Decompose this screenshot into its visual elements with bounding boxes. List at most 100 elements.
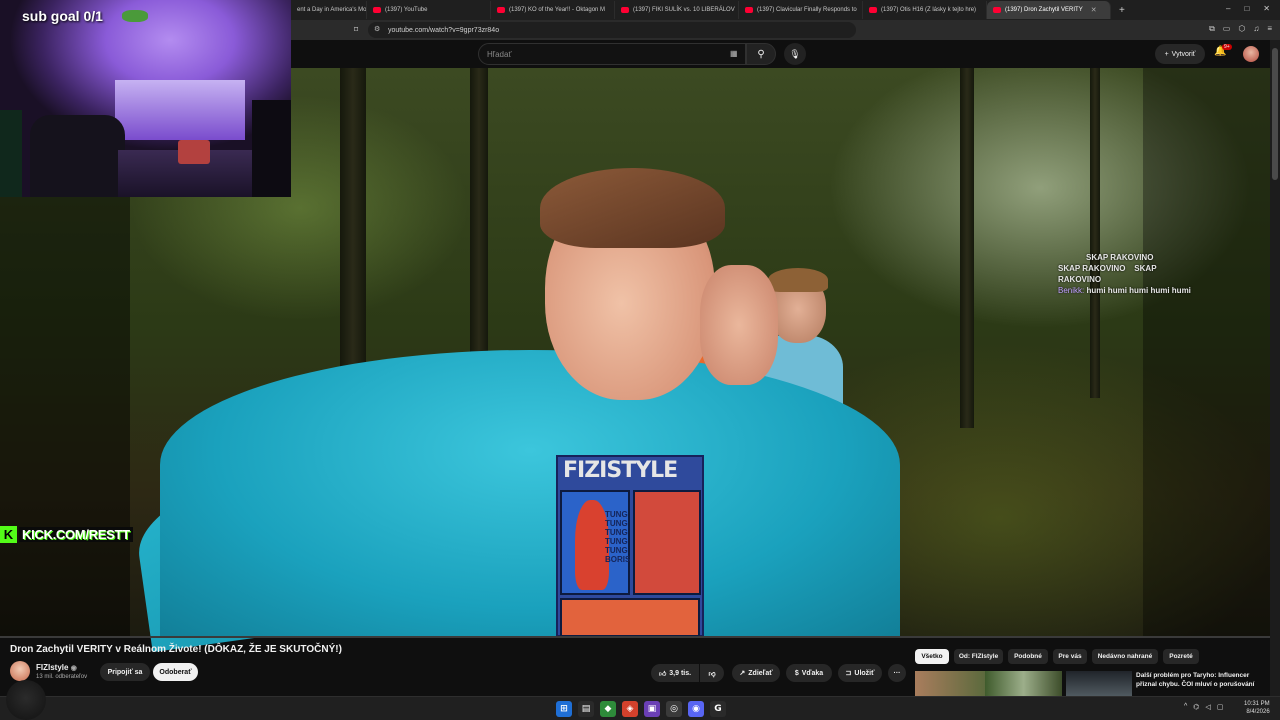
clock-date: 8/4/2026: [1246, 709, 1270, 715]
tray-expand-icon[interactable]: ^: [1184, 703, 1187, 711]
taskbar-apps: ⊞ ▤ ◆ ◈ ▣ ◎ ◉ G: [556, 701, 726, 717]
start-icon[interactable]: ⊞: [556, 701, 572, 717]
presenter-hoodie: [160, 350, 900, 637]
clock-time: 10:31 PM: [1244, 701, 1270, 707]
tab-3[interactable]: (1397) FIKI SULÍK vs. 10 LIBERÁLOV: [615, 1, 739, 19]
network-icon[interactable]: ▢: [1217, 703, 1224, 711]
youtube-icon: [993, 7, 1001, 13]
join-button[interactable]: Pripojiť sa: [100, 663, 150, 681]
chip-similar[interactable]: Podobné: [1008, 649, 1048, 664]
close-window-button[interactable]: ✕: [1263, 4, 1270, 13]
presenter-hair: [540, 168, 725, 248]
discord-icon[interactable]: ◉: [688, 701, 704, 717]
video-progress-bar[interactable]: [0, 636, 1270, 638]
tab-6-active[interactable]: (1397) Dron Zachytil VERITY ✕: [987, 1, 1111, 19]
url-field[interactable]: ⚙ youtube.com/watch?v=9gpr73zr84o: [368, 22, 856, 38]
share-button[interactable]: ↗ Zdieľať: [732, 664, 780, 682]
account-avatar[interactable]: [1243, 46, 1259, 62]
volume-icon[interactable]: ◁: [1205, 703, 1210, 711]
new-tab-button[interactable]: +: [1111, 5, 1133, 16]
chip-all[interactable]: Všetko: [915, 649, 949, 664]
url-text: youtube.com/watch?v=9gpr73zr84o: [388, 26, 500, 34]
app-g-icon[interactable]: G: [710, 701, 726, 717]
wifi-icon[interactable]: ⌬: [1193, 703, 1199, 711]
thanks-button[interactable]: $ Vďaka: [786, 664, 832, 682]
dislike-button[interactable]: 👎︎: [700, 664, 724, 682]
twitch-icon[interactable]: ▣: [644, 701, 660, 717]
steam-icon[interactable]: ◎: [666, 701, 682, 717]
webcam-wall: [115, 80, 245, 140]
tab-2[interactable]: (1397) KO of the Year!! - Oktagon M: [491, 1, 615, 19]
save-label: Uložiť: [854, 669, 875, 677]
create-button[interactable]: + Vytvoriť: [1155, 44, 1205, 64]
chip-recently-uploaded[interactable]: Nedávno nahrané: [1092, 649, 1158, 664]
tab-0[interactable]: ent a Day in America's Mo: [291, 1, 367, 19]
translate-icon[interactable]: ⧉: [1209, 24, 1215, 34]
recommendation-thumbnail[interactable]: [1066, 671, 1132, 696]
chip-from-channel[interactable]: Od: FIZIstyle: [954, 649, 1003, 664]
keyboard-icon[interactable]: ▦: [730, 49, 738, 58]
extension-icon[interactable]: ⬡: [1238, 24, 1245, 34]
chat-text: SKAP RAKOVINO: [1086, 253, 1154, 262]
verified-icon: ◉: [70, 665, 77, 672]
tab-5[interactable]: (1397) Otis H16 (Z lásky k tejto hre): [863, 1, 987, 19]
tab-1[interactable]: (1397) YouTube: [367, 1, 491, 19]
search-button[interactable]: ⚲: [746, 43, 776, 65]
thumbs-down-icon: 👎︎: [708, 670, 716, 678]
system-clock[interactable]: 10:31 PM 8/4/2026: [1244, 700, 1270, 716]
sub-goal-label: sub goal 0/1: [22, 8, 103, 24]
channel-name[interactable]: FIZIstyle ◉: [36, 663, 77, 672]
close-tab-icon[interactable]: ✕: [1091, 6, 1097, 14]
screen: ent a Day in America's Mo (1397) YouTube…: [0, 0, 1280, 720]
create-label: Vytvoriť: [1171, 50, 1196, 58]
site-info-icon[interactable]: ⚙: [374, 25, 380, 33]
chip-for-you[interactable]: Pre vás: [1053, 649, 1087, 664]
save-button[interactable]: ⊐ Uložiť: [838, 664, 882, 682]
video-letterbox-right: [1143, 68, 1270, 637]
webcam-overlay: sub goal 0/1: [0, 0, 291, 197]
chat-text: humi humi humi humi humi: [1086, 286, 1191, 295]
tung-line: TUNG: [605, 510, 628, 519]
recommendation-title[interactable]: Další problém pro Taryho: Influencer při…: [1136, 671, 1266, 689]
maximize-button[interactable]: □: [1244, 4, 1249, 13]
tung-line: TUNG: [605, 528, 628, 537]
chat-message: Benikk: humi humi humi humi humi: [1058, 285, 1218, 296]
chip-watched[interactable]: Pozreté: [1163, 649, 1199, 664]
stream-chat-overlay: SKAP RAKOVINO SKAP RAKOVINO SKAP RAKOVIN…: [1058, 252, 1218, 296]
more-actions-button[interactable]: ···: [888, 664, 906, 682]
streamer-avatar-overlay: [6, 680, 46, 720]
scrollbar-thumb[interactable]: [1272, 48, 1278, 180]
unsubscribe-button[interactable]: Odoberať: [153, 663, 198, 681]
recommendation-thumbnail[interactable]: [985, 671, 1062, 696]
kick-url: KICK.COM/RESTT: [19, 526, 133, 542]
brave-browser-icon[interactable]: ◈: [622, 701, 638, 717]
music-icon[interactable]: ♫: [1253, 24, 1259, 34]
share-icon: ↗: [739, 670, 746, 677]
bookmark-icon[interactable]: ⌑: [354, 25, 358, 34]
recommendation-thumbnail[interactable]: [915, 671, 985, 696]
tung-line: TUNG: [605, 546, 628, 555]
subscriber-count: 13 mil. odberateľov: [36, 674, 88, 680]
windows-taskbar: ⊞ ▤ ◆ ◈ ▣ ◎ ◉ G ^ ⌬ ◁ ▢ 10:31 PM 8/4/202…: [0, 696, 1280, 720]
shirt-panel: [633, 490, 701, 595]
minimize-button[interactable]: –: [1226, 4, 1230, 13]
tab-4[interactable]: (1397) Clavicular Finally Responds to: [739, 1, 863, 19]
like-button[interactable]: 👍︎ 3,9 tis.: [651, 664, 699, 682]
menu-icon[interactable]: ≡: [1267, 24, 1272, 34]
background-person-hair: [768, 268, 828, 292]
pip-icon[interactable]: ▭: [1223, 24, 1231, 34]
voice-search-button[interactable]: 🎙: [784, 43, 806, 65]
tree-trunk: [960, 68, 974, 428]
tab-label: ent a Day in America's Mo: [297, 7, 367, 13]
search-input[interactable]: Hľadať: [478, 43, 746, 65]
thanks-icon: $: [794, 669, 799, 677]
presenter-hand: [700, 265, 778, 385]
webcam-chair: [30, 115, 125, 197]
app-green-icon[interactable]: ◆: [600, 701, 616, 717]
tab-label: (1397) Otis H16 (Z lásky k tejto hre): [881, 7, 977, 13]
file-explorer-icon[interactable]: ▤: [578, 701, 594, 717]
youtube-icon: [373, 7, 381, 13]
channel-avatar[interactable]: [10, 661, 30, 681]
search-icon: ⚲: [757, 48, 765, 60]
thumbs-up-icon: 👍︎: [658, 670, 667, 678]
